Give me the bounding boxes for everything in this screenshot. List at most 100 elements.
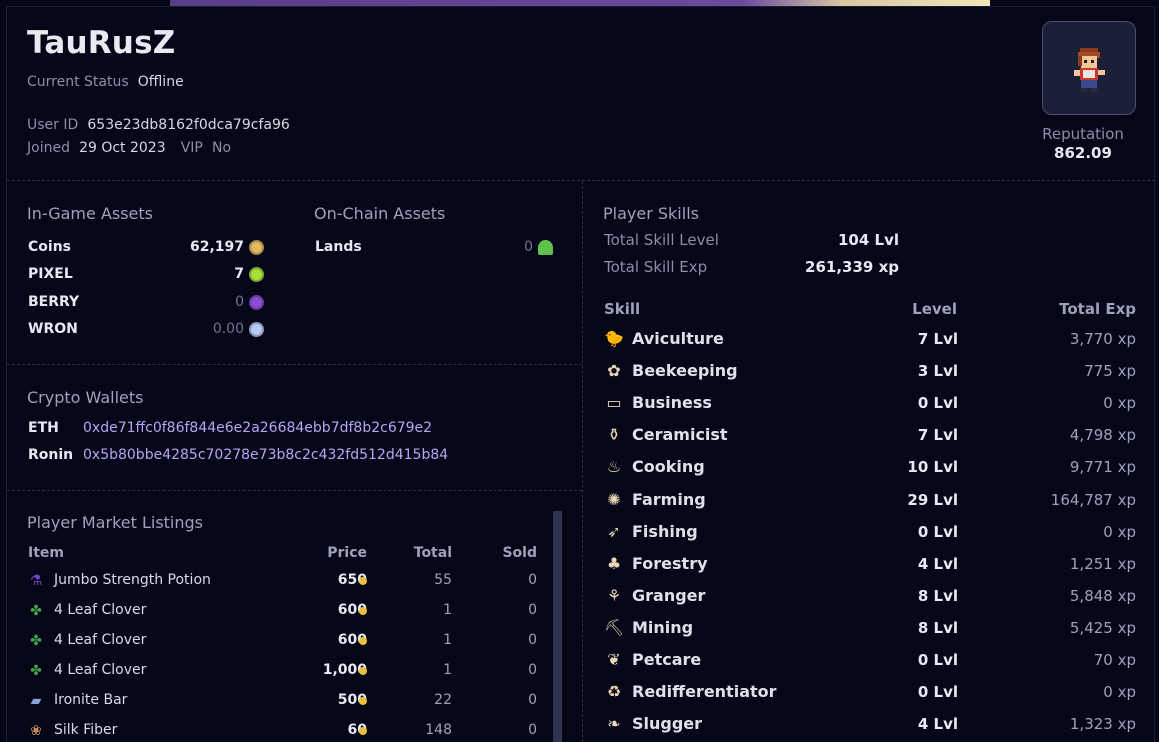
market-item-name: 4 Leaf Clover xyxy=(54,602,147,618)
potion-icon: ⚗ xyxy=(29,573,43,589)
total-skill-exp-label: Total Skill Exp xyxy=(604,258,708,276)
skill-row-beekeeping[interactable]: ✿ Beekeeping 3 Lvl 775 xp xyxy=(604,359,1136,387)
total-skill-level: Total Skill Level 104 Lvl xyxy=(604,231,899,251)
skills-header-skill: Skill xyxy=(604,300,641,318)
profile-card: TauRusZ Current Status Offline User ID 6… xyxy=(6,6,1155,742)
skill-exp: 4,798 xp xyxy=(1069,426,1136,445)
skill-name: Aviculture xyxy=(632,329,724,348)
skill-row-cooking[interactable]: ♨ Cooking 10 Lvl 9,771 xp xyxy=(604,455,1136,483)
skill-level: 4 Lvl xyxy=(917,715,958,734)
market-row[interactable]: ▰ Ironite Bar 500 22 0 xyxy=(27,691,539,715)
header-divider xyxy=(7,180,1155,181)
market-item-total: 1 xyxy=(443,662,452,678)
status-label: Current Status xyxy=(27,74,129,90)
market-row[interactable]: ✤ 4 Leaf Clover 600 1 0 xyxy=(27,601,539,625)
coin-icon xyxy=(359,607,367,615)
skill-row-farming[interactable]: ✺ Farming 29 Lvl 164,787 xp xyxy=(604,488,1136,516)
wallet-address-link[interactable]: 0xde71ffc0f86f844e6e2a26684ebb7df8b2c679… xyxy=(83,420,432,436)
skills-header-level: Level xyxy=(912,300,957,318)
skill-row-aviculture[interactable]: 🐤 Aviculture 7 Lvl 3,770 xp xyxy=(604,327,1136,355)
skill-row-petcare[interactable]: ❦ Petcare 0 Lvl 70 xp xyxy=(604,648,1136,676)
skill-exp: 0 xp xyxy=(1103,522,1136,541)
reputation-label: Reputation xyxy=(1042,125,1124,143)
market-item-total: 148 xyxy=(425,722,452,738)
silk-fiber-icon: ❀ xyxy=(30,723,42,739)
skill-exp: 775 xp xyxy=(1084,362,1136,381)
total-skill-level-label: Total Skill Level xyxy=(604,231,719,249)
ronin-icon xyxy=(249,321,264,337)
skill-exp: 3,770 xp xyxy=(1069,330,1136,348)
asset-name: Coins xyxy=(28,239,71,255)
skill-level: 0 Lvl xyxy=(917,522,958,541)
redifferentiator-icon: ♻ xyxy=(606,682,622,702)
farming-icon: ✺ xyxy=(607,489,621,509)
assets-divider xyxy=(7,364,582,365)
market-scrollbar[interactable] xyxy=(553,511,562,742)
market-header-price: Price xyxy=(327,545,367,561)
reputation-value: 862.09 xyxy=(1054,144,1112,162)
total-skill-exp-value: 261,339 xp xyxy=(805,258,899,276)
market-header-item: Item xyxy=(28,545,64,561)
clover-icon: ✤ xyxy=(30,663,42,679)
avatar[interactable] xyxy=(1042,21,1136,115)
skill-row-mining[interactable]: ⛏ Mining 8 Lvl 5,425 xp xyxy=(604,616,1136,644)
market-row[interactable]: ⚗ Jumbo Strength Potion 650 55 0 xyxy=(27,571,539,595)
asset-name: WRON xyxy=(28,320,78,337)
asset-name: Lands xyxy=(315,239,362,255)
wallet-chain: Ronin xyxy=(28,446,74,463)
fishing-icon: ➶ xyxy=(607,521,621,541)
ironite-bar-icon: ▰ xyxy=(30,693,42,709)
skill-row-forestry[interactable]: ♣ Forestry 4 Lvl 1,251 xp xyxy=(604,552,1136,580)
asset-value: 62,197 xyxy=(189,239,244,255)
user-id: User ID 653e23db8162f0dca79cfa96 xyxy=(27,114,290,133)
market-listings-title: Player Market Listings xyxy=(27,513,204,532)
coin-icon xyxy=(359,637,367,645)
market-row[interactable]: ✤ 4 Leaf Clover 1,000 1 0 xyxy=(27,661,539,685)
granger-icon: ⚘ xyxy=(606,585,622,605)
wallet-address-link[interactable]: 0x5b80bbe4285c70278e73b8c2c432fd512d415b… xyxy=(83,447,448,463)
skill-row-ceramicist[interactable]: ⚱ Ceramicist 7 Lvl 4,798 xp xyxy=(604,423,1136,451)
market-header-total: Total xyxy=(413,545,452,561)
coin-icon xyxy=(359,697,367,705)
clover-icon: ✤ xyxy=(30,633,42,649)
skill-level: 8 Lvl xyxy=(917,586,958,605)
market-item-name: Jumbo Strength Potion xyxy=(54,572,211,588)
skill-exp: 0 xp xyxy=(1103,683,1136,702)
skill-row-redifferentiator[interactable]: ♻ Redifferentiator 0 Lvl 0 xp xyxy=(604,680,1136,708)
wallet-chain: ETH xyxy=(28,420,59,436)
market-item-sold: 0 xyxy=(528,722,537,738)
coin-icon xyxy=(359,667,367,675)
asset-value: 0.00 xyxy=(212,320,244,337)
skill-level: 7 Lvl xyxy=(917,426,958,445)
asset-row-coins: Coins 62,197 xyxy=(28,239,264,259)
skill-level: 7 Lvl xyxy=(917,330,958,348)
skill-name: Farming xyxy=(632,489,706,509)
market-row[interactable]: ❀ Silk Fiber 60 148 0 xyxy=(27,721,539,742)
skill-row-fishing[interactable]: ➶ Fishing 0 Lvl 0 xp xyxy=(604,520,1136,548)
skill-exp: 164,787 xp xyxy=(1050,490,1136,509)
vip-label: VIP xyxy=(180,140,203,156)
market-row[interactable]: ✤ 4 Leaf Clover 600 1 0 xyxy=(27,631,539,655)
market-item-total: 55 xyxy=(434,572,452,588)
crypto-wallets-title: Crypto Wallets xyxy=(27,388,144,407)
skill-name: Forestry xyxy=(632,553,708,573)
market-item-name: 4 Leaf Clover xyxy=(54,662,147,678)
coin-icon xyxy=(359,727,367,735)
skill-name: Petcare xyxy=(632,650,702,669)
skill-name: Beekeeping xyxy=(632,361,738,381)
skill-level: 29 Lvl xyxy=(907,490,958,509)
skill-row-slugger[interactable]: ❧ Slugger 4 Lvl 1,323 xp xyxy=(604,712,1136,740)
joined-value: 29 Oct 2023 xyxy=(79,140,166,156)
asset-row-berry: BERRY 0 xyxy=(28,294,264,314)
asset-row-lands: Lands 0 xyxy=(315,239,553,259)
skill-name: Redifferentiator xyxy=(632,682,777,702)
skill-exp: 1,323 xp xyxy=(1069,715,1136,734)
skill-row-business[interactable]: ▭ Business 0 Lvl 0 xp xyxy=(604,391,1136,419)
skill-exp: 70 xp xyxy=(1093,651,1136,669)
skill-row-granger[interactable]: ⚘ Granger 8 Lvl 5,848 xp xyxy=(604,584,1136,612)
market-item-total: 1 xyxy=(443,632,452,648)
skill-level: 0 Lvl xyxy=(917,394,958,413)
asset-name: PIXEL xyxy=(28,266,73,283)
market-item-sold: 0 xyxy=(528,602,537,618)
slugger-icon: ❧ xyxy=(607,714,621,734)
